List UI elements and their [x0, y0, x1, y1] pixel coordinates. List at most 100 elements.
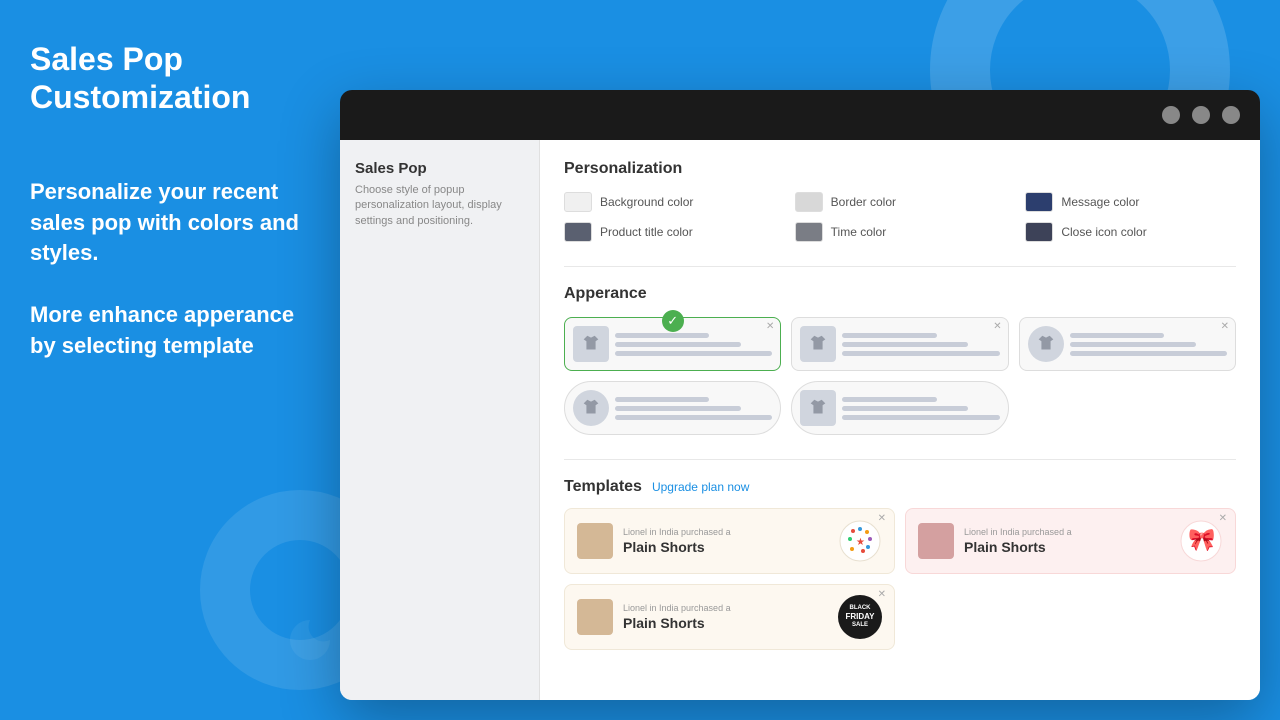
background-color-swatch[interactable] [564, 192, 592, 212]
page-title: Sales Pop Customization [30, 40, 310, 117]
template-thumb-5[interactable] [791, 381, 1008, 435]
left-panel: Sales Pop Customization Personalize your… [0, 0, 340, 720]
template-thumb-1[interactable]: ✕ ✓ [564, 317, 781, 371]
card-text-2: Lionel in India purchased a Plain Shorts [964, 527, 1169, 555]
t-icon-1 [573, 326, 609, 362]
product-title-color-label: Product title color [600, 225, 693, 239]
appearance-grid-row1: ✕ ✓ ✕ [564, 317, 1236, 371]
svg-text:🎀: 🎀 [1188, 527, 1215, 552]
desc-line1: Personalize your recent sales pop with c… [30, 177, 310, 269]
browser-window: Sales Pop Choose style of popup personal… [340, 90, 1260, 700]
templates-title: Templates [564, 478, 642, 496]
black-friday-badge: BLACK FRIDAY SALE [838, 595, 882, 639]
product-image-1 [577, 523, 613, 559]
svg-text:★: ★ [856, 537, 865, 548]
t-line [615, 351, 772, 356]
selected-checkmark: ✓ [662, 310, 684, 332]
bf-text-sale: SALE [852, 622, 868, 629]
color-item-time[interactable]: Time color [795, 222, 1006, 242]
card-text-3: Lionel in India purchased a Plain Shorts [623, 603, 828, 631]
card-close-1[interactable]: ✕ [878, 513, 886, 524]
moon-decoration [270, 600, 350, 680]
color-item-background[interactable]: Background color [564, 192, 775, 212]
product-image-2 [918, 523, 954, 559]
t-icon-2 [800, 326, 836, 362]
sidebar-description: Choose style of popup personalization la… [355, 183, 524, 229]
close-icon-t1[interactable]: ✕ [766, 321, 774, 332]
app-sidebar: Sales Pop Choose style of popup personal… [340, 140, 540, 700]
close-icon-color-swatch[interactable] [1025, 222, 1053, 242]
divider-2 [564, 459, 1236, 460]
template-thumb-3[interactable]: ✕ [1019, 317, 1236, 371]
color-item-message[interactable]: Message color [1025, 192, 1236, 212]
upgrade-plan-link[interactable]: Upgrade plan now [652, 480, 749, 494]
t-line [842, 406, 968, 411]
t-line [1070, 351, 1227, 356]
t-line [842, 342, 968, 347]
divider-1 [564, 266, 1236, 267]
card-name-1: Plain Shorts [623, 539, 828, 555]
color-item-border[interactable]: Border color [795, 192, 1006, 212]
templates-header: Templates Upgrade plan now [564, 478, 1236, 496]
color-item-close-icon[interactable]: Close icon color [1025, 222, 1236, 242]
t-lines-2 [842, 333, 999, 356]
template-placeholder [1019, 381, 1236, 435]
browser-dot-3 [1222, 106, 1240, 124]
t-line [842, 397, 936, 402]
product-image-3 [577, 599, 613, 635]
t-line [615, 333, 709, 338]
t-line [1070, 342, 1196, 347]
confetti-icon: ★ [838, 519, 882, 563]
card-text-1: Lionel in India purchased a Plain Shorts [623, 527, 828, 555]
t-icon-5 [800, 390, 836, 426]
sidebar-title: Sales Pop [355, 160, 524, 177]
t-line [842, 333, 936, 338]
template-card-1[interactable]: ✕ Lionel in India purchased a Plain Shor… [564, 508, 895, 574]
bf-text-black: BLACK [850, 605, 871, 612]
appearance-title: Apperance [564, 285, 1236, 303]
template-cards-grid: ✕ Lionel in India purchased a Plain Shor… [564, 508, 1236, 650]
t-lines-4 [615, 397, 772, 420]
desc-line2: More enhance apperance by selecting temp… [30, 300, 310, 362]
color-grid: Background color Border color Message co… [564, 192, 1236, 242]
browser-bar [340, 90, 1260, 140]
t-lines-3 [1070, 333, 1227, 356]
appearance-grid-row2 [564, 381, 1236, 435]
confetti-badge: ★ [838, 519, 882, 563]
t-line [842, 415, 999, 420]
browser-dot-1 [1162, 106, 1180, 124]
close-icon-t3[interactable]: ✕ [1221, 321, 1229, 332]
t-line [615, 406, 741, 411]
time-color-label: Time color [831, 225, 887, 239]
card-subtitle-3: Lionel in India purchased a [623, 603, 828, 613]
template-card-2[interactable]: ✕ Lionel in India purchased a Plain Shor… [905, 508, 1236, 574]
color-item-product-title[interactable]: Product title color [564, 222, 775, 242]
bf-text-friday: FRIDAY [845, 612, 874, 622]
close-icon-t2[interactable]: ✕ [993, 321, 1001, 332]
template-card-3[interactable]: ✕ Lionel in India purchased a Plain Shor… [564, 584, 895, 650]
t-line [1070, 333, 1164, 338]
bf-badge-content: BLACK FRIDAY SALE [838, 595, 882, 639]
card-subtitle-1: Lionel in India purchased a [623, 527, 828, 537]
flowers-badge: 🎀 [1179, 519, 1223, 563]
t-line [615, 415, 772, 420]
product-title-color-swatch[interactable] [564, 222, 592, 242]
t-line [615, 342, 741, 347]
card-subtitle-2: Lionel in India purchased a [964, 527, 1169, 537]
background-color-label: Background color [600, 195, 693, 209]
card-close-2[interactable]: ✕ [1219, 513, 1227, 524]
t-line [842, 351, 999, 356]
browser-dot-2 [1192, 106, 1210, 124]
template-thumb-4[interactable] [564, 381, 781, 435]
card-close-3[interactable]: ✕ [878, 589, 886, 600]
border-color-label: Border color [831, 195, 896, 209]
t-lines-5 [842, 397, 999, 420]
message-color-label: Message color [1061, 195, 1139, 209]
border-color-swatch[interactable] [795, 192, 823, 212]
t-icon-3 [1028, 326, 1064, 362]
t-lines-1 [615, 333, 772, 356]
template-thumb-2[interactable]: ✕ [791, 317, 1008, 371]
time-color-swatch[interactable] [795, 222, 823, 242]
close-icon-color-label: Close icon color [1061, 225, 1146, 239]
message-color-swatch[interactable] [1025, 192, 1053, 212]
